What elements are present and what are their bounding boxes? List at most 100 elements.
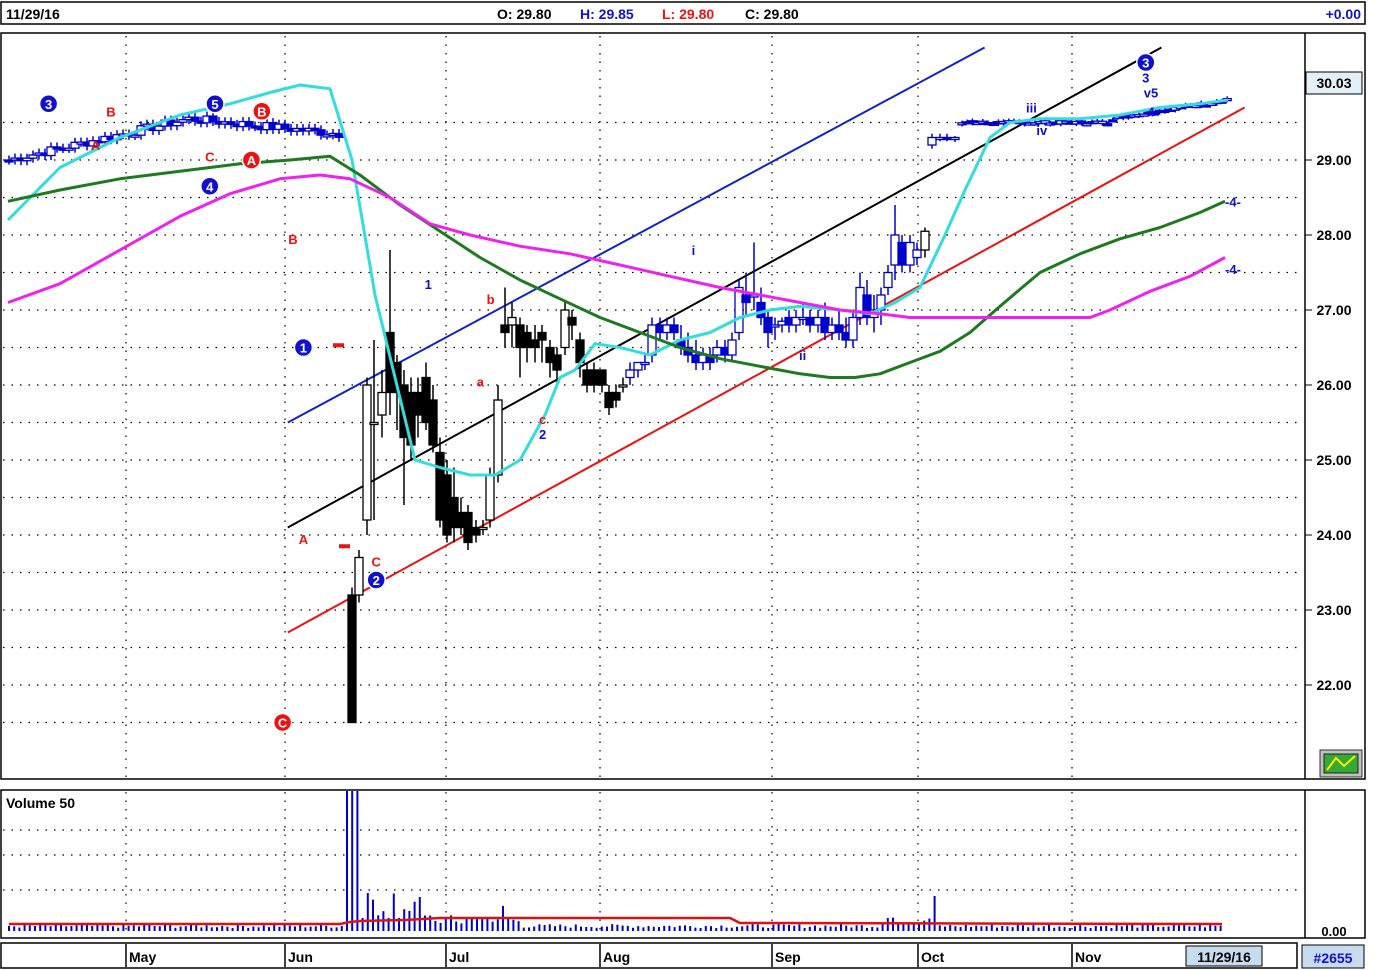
candle-blue-body [727,339,737,356]
header-high: H: 29.85 [580,6,634,22]
y-tick-label: 29.00 [1316,152,1351,168]
chart-canvas: 11/29/16 O: 29.80 H: 29.85 L: 29.80 C: 2… [0,1,1366,969]
candle-body [347,594,357,724]
volume-axis-value: 0.00 [1321,924,1346,939]
wave-label: C [205,149,215,164]
candle-body [611,391,621,401]
candle-body [485,474,495,521]
candle-oct-body [950,136,960,141]
wave-label: B [288,232,297,247]
candle-nov-body [1076,120,1087,125]
y-tick-label: 24.00 [1316,527,1351,543]
current-date: 11/29/16 [1197,949,1251,965]
wave-label: A [91,138,101,153]
wave-label: B [106,104,115,119]
candle-body [500,324,510,334]
wave-label: 4 [206,179,214,194]
candle-blue-body [834,324,844,334]
candle-early-body [244,120,254,127]
marker-dash [339,544,350,549]
wave-label: 2 [373,573,380,588]
wave-label: 3 [1142,56,1149,71]
candle-blue-body [805,316,815,326]
volume-title: Volume 50 [6,795,75,811]
y-tick-label: 23.00 [1316,602,1351,618]
y-tick-label: 22.00 [1316,677,1351,693]
wave-label: iv [1036,123,1048,138]
wave-label: i [692,243,696,258]
wave-label: 5 [211,97,218,112]
wave-label: 1 [300,341,307,356]
candle-blue-body [848,316,858,341]
wave-label: 4 [1147,104,1155,119]
candle-last-sep-body [920,230,930,251]
header-date: 11/29/16 [6,6,60,22]
right-label: -4- [1225,194,1241,209]
x-tick-label: Jun [288,949,313,965]
wave-label: 1 [425,277,432,292]
candle-body [362,384,372,521]
symbol-id: #2655 [1314,950,1353,966]
candle-blue-body [883,271,893,289]
candle-nov-body [1108,119,1118,123]
candle-blue-body [912,249,922,259]
candle-early-body [208,115,218,123]
candle-body [463,511,473,544]
candle-blue-body [640,361,650,366]
wave-label: iii [1026,101,1037,116]
candle-body [589,369,599,386]
x-tick-label: Jul [449,949,469,965]
wave-label: 3 [1142,71,1149,86]
candle-body [597,369,607,386]
wave-label: v5 [1144,86,1158,101]
wave-label: B [257,104,266,119]
candle-blue-body [625,369,635,379]
candle-body [507,316,517,326]
x-tick-label: Oct [921,949,945,965]
zoom-widget-icon[interactable] [1319,749,1363,778]
wave-label: 2 [539,427,546,442]
header-open: O: 29.80 [497,6,552,22]
candle-blue-body [712,346,722,356]
wave-label: ii [799,348,806,363]
candle-body [377,391,387,416]
wave-label: C [372,554,382,569]
candle-body [522,331,532,349]
header-change: +0.00 [1326,6,1362,22]
wave-label: a [477,374,485,389]
wave-label: b [487,292,495,307]
x-tick-label: Aug [603,949,630,965]
header-close: C: 29.80 [745,6,799,22]
wave-label: 3 [45,97,52,112]
candle-body [428,399,438,446]
candle-body [354,556,364,596]
y-tick-label: 26.00 [1316,377,1351,393]
y-tick-label: 28.00 [1316,227,1351,243]
y-tick-label: 27.00 [1316,302,1351,318]
volume-panel [0,789,1366,939]
candle-body [478,526,488,531]
wave-label: A [299,532,309,547]
x-tick-label: Nov [1075,949,1102,965]
marker-dash [333,343,344,348]
candle-oct-body [927,136,937,146]
candle-body [618,384,628,388]
y-tick-label: 25.00 [1316,452,1351,468]
candle-blue-body [647,324,657,356]
candle-body [567,316,577,326]
wave-label: c [539,412,546,427]
candle-blue-body [669,324,679,334]
header-low: L: 29.80 [662,6,714,22]
wave-label: A [247,153,257,168]
x-tick-label: Sep [775,949,801,965]
candle-body [530,339,540,349]
candle-body [369,421,379,426]
candle-blue-body [756,301,766,319]
candle-oct-body [942,136,952,141]
candle-nov-body [1102,123,1113,127]
x-tick-label: May [129,949,156,965]
candle-blue-body [741,294,751,304]
right-label: -4- [1225,262,1241,277]
candle-body [493,399,503,476]
candle-body [552,354,562,371]
